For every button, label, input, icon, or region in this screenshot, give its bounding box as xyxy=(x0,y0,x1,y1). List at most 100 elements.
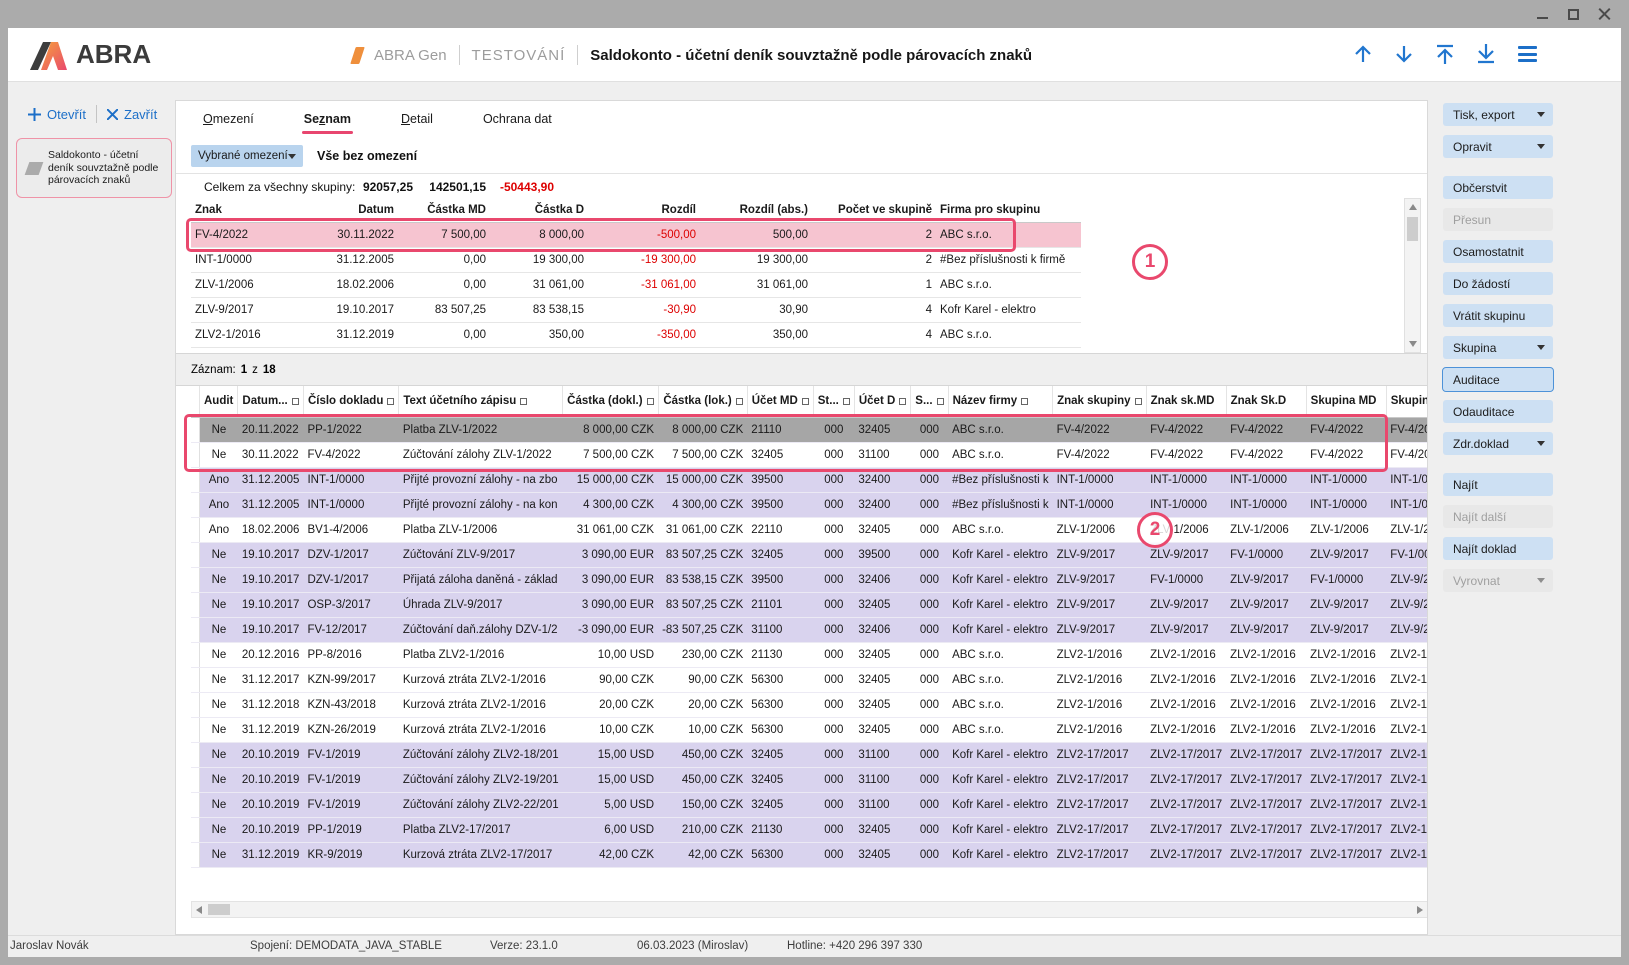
sort-box-icon[interactable] xyxy=(647,398,654,405)
column-header[interactable]: St... xyxy=(813,386,854,417)
table-row[interactable]: Ne19.10.2017OSP-3/2017Úhrada ZLV-9/20173… xyxy=(191,592,1428,617)
vyrovnat-button[interactable]: Vyrovnat xyxy=(1443,569,1553,592)
sort-box-icon[interactable] xyxy=(520,398,527,405)
table-row[interactable]: Ne20.10.2019FV-1/2019Zúčtování zálohy ZL… xyxy=(191,792,1428,817)
column-header[interactable]: Číslo dokladu xyxy=(303,386,398,417)
close-icon[interactable] xyxy=(1598,8,1611,21)
table-row[interactable]: INT-1/000031.12.20050,0019 300,00-19 300… xyxy=(191,247,1081,272)
do-zadosti-button[interactable]: Do žádostí xyxy=(1443,272,1553,295)
sort-box-icon[interactable] xyxy=(843,398,850,405)
zdr-doklad-button[interactable]: Zdr.doklad xyxy=(1443,432,1553,455)
osamostatnit-button[interactable]: Osamostatnit xyxy=(1443,240,1553,263)
table-row[interactable]: Ne19.10.2017DZV-1/2017Přijatá záloha dan… xyxy=(191,567,1428,592)
column-header[interactable]: Název firmy xyxy=(948,386,1053,417)
skupina-button[interactable]: Skupina xyxy=(1443,336,1553,359)
tab-omezeni[interactable]: Omezení xyxy=(201,102,256,136)
column-header[interactable]: S... xyxy=(911,386,948,417)
horizontal-scrollbar[interactable] xyxy=(191,901,1428,918)
scroll-right-icon[interactable] xyxy=(1417,906,1423,914)
table-row[interactable]: Ne31.12.2017KZN-99/2017Kurzová ztráta ZL… xyxy=(191,667,1428,692)
table-row[interactable]: Ne31.12.2018KZN-43/2018Kurzová ztráta ZL… xyxy=(191,692,1428,717)
tab-ochrana-dat[interactable]: Ochrana dat xyxy=(481,102,554,136)
column-header[interactable]: Znak sk.MD xyxy=(1146,386,1226,417)
maximize-icon[interactable] xyxy=(1567,8,1580,21)
odauditace-button[interactable]: Odauditace xyxy=(1443,400,1553,423)
scroll-left-icon[interactable] xyxy=(196,906,202,914)
table-row[interactable]: Ne30.11.2022FV-4/2022Zúčtování zálohy ZL… xyxy=(191,442,1428,467)
table-row[interactable]: ZLV-9/201719.10.201783 507,2583 538,15-3… xyxy=(191,297,1081,322)
table-row[interactable]: Ano18.02.2006BV1-4/2006Platba ZLV-1/2006… xyxy=(191,517,1428,542)
table-row[interactable]: Ne19.10.2017FV-12/2017Zúčtování daň.zálo… xyxy=(191,617,1428,642)
scrollbar-thumb[interactable] xyxy=(208,904,230,915)
table-row[interactable]: Ano31.12.2005INT-1/0000Přijté provozní z… xyxy=(191,492,1428,517)
column-header[interactable]: Firma pro skupinu xyxy=(936,198,1081,222)
column-header[interactable]: Počet ve skupině xyxy=(812,198,936,222)
sort-box-icon[interactable] xyxy=(802,398,809,405)
hamburger-menu-icon[interactable] xyxy=(1515,42,1539,66)
table-cell: 19.10.2017 xyxy=(238,567,304,592)
column-header[interactable]: Účet D xyxy=(854,386,910,417)
column-header[interactable]: Účet MD xyxy=(747,386,813,417)
sort-box-icon[interactable] xyxy=(1135,398,1142,405)
column-header[interactable]: Skupina D xyxy=(1386,386,1428,417)
table-row[interactable]: Ne20.12.2016PP-8/2016Platba ZLV2-1/20161… xyxy=(191,642,1428,667)
najit-button[interactable]: Najít xyxy=(1443,473,1553,496)
scroll-up-icon[interactable] xyxy=(1409,204,1417,210)
table-row[interactable]: Ne31.12.2019KR-9/2019Kurzová ztráta ZLV2… xyxy=(191,842,1428,867)
sort-box-icon[interactable] xyxy=(1021,398,1028,405)
table-row[interactable]: Ne31.12.2019KZN-26/2019Kurzová ztráta ZL… xyxy=(191,717,1428,742)
column-header[interactable]: Částka MD xyxy=(398,198,490,222)
table-row[interactable]: Ne20.10.2019PP-1/2019Platba ZLV2-17/2017… xyxy=(191,817,1428,842)
close-tab-button[interactable]: Zavřít xyxy=(107,107,157,122)
column-header[interactable]: Znak Sk.D xyxy=(1226,386,1306,417)
scroll-down-icon[interactable] xyxy=(1409,341,1417,347)
open-button[interactable]: Otevřít xyxy=(28,107,86,122)
sort-box-icon[interactable] xyxy=(937,398,944,405)
restriction-dropdown[interactable]: Vybrané omezení xyxy=(191,145,303,167)
column-header[interactable]: Částka (dokl.) xyxy=(563,386,658,417)
column-header[interactable]: Částka D xyxy=(490,198,588,222)
arrow-down-icon[interactable] xyxy=(1392,42,1416,66)
column-header[interactable]: Rozdíl xyxy=(588,198,700,222)
sort-box-icon[interactable] xyxy=(736,398,743,405)
column-header[interactable]: Text účetního zápisu xyxy=(399,386,563,417)
sort-box-icon[interactable] xyxy=(292,398,299,405)
table-row[interactable]: Ne20.10.2019FV-1/2019Zúčtování zálohy ZL… xyxy=(191,767,1428,792)
table-row[interactable]: ZLV2-1/201631.12.20190,00350,00-350,0035… xyxy=(191,322,1081,347)
tab-seznam[interactable]: Seznam xyxy=(302,102,353,136)
column-header[interactable]: Datum... xyxy=(238,386,304,417)
scrollbar-thumb[interactable] xyxy=(1407,217,1418,241)
table-cell: FV-4/2022 xyxy=(1386,442,1428,467)
table-row[interactable]: Ne20.11.2022PP-1/2022Platba ZLV-1/20228 … xyxy=(191,417,1428,442)
arrow-to-bottom-icon[interactable] xyxy=(1474,42,1498,66)
column-header[interactable]: Znak xyxy=(191,198,316,222)
column-header[interactable]: Audit xyxy=(200,386,238,417)
column-header[interactable]: Rozdíl (abs.) xyxy=(700,198,812,222)
table-row[interactable]: Ne20.10.2019FV-1/2019Zúčtování zálohy ZL… xyxy=(191,742,1428,767)
table-row[interactable]: FV-4/202230.11.20227 500,008 000,00-500,… xyxy=(191,222,1081,247)
column-header[interactable] xyxy=(191,386,200,417)
vratit-skupinu-button[interactable]: Vrátit skupinu xyxy=(1443,304,1553,327)
najit-doklad-button[interactable]: Najít doklad xyxy=(1443,537,1553,560)
presun-button[interactable]: Přesun xyxy=(1443,208,1553,231)
column-header[interactable]: Skupina MD xyxy=(1306,386,1386,417)
auditace-button[interactable]: Auditace xyxy=(1443,368,1553,391)
table-row[interactable]: Ano31.12.2005INT-1/0000Přijté provozní z… xyxy=(191,467,1428,492)
najit-dalsi-button[interactable]: Najít další xyxy=(1443,505,1553,528)
tisk-export-button[interactable]: Tisk, export xyxy=(1443,103,1553,126)
sort-box-icon[interactable] xyxy=(899,398,906,405)
table-row[interactable]: Ne19.10.2017DZV-1/2017Zúčtování ZLV-9/20… xyxy=(191,542,1428,567)
sort-box-icon[interactable] xyxy=(387,398,394,405)
column-header[interactable]: Datum xyxy=(316,198,398,222)
column-header[interactable]: Částka (lok.) xyxy=(658,386,747,417)
arrow-to-top-icon[interactable] xyxy=(1433,42,1457,66)
opravit-button[interactable]: Opravit xyxy=(1443,135,1553,158)
table-row[interactable]: ZLV-1/200618.02.20060,0031 061,00-31 061… xyxy=(191,272,1081,297)
minimize-icon[interactable] xyxy=(1536,8,1549,21)
tab-detail[interactable]: Detail xyxy=(399,102,435,136)
open-agenda-card[interactable]: Saldokonto - účetní deník souvztažně pod… xyxy=(16,138,172,198)
column-header[interactable]: Znak skupiny xyxy=(1053,386,1147,417)
arrow-up-icon[interactable] xyxy=(1351,42,1375,66)
obcerstvit-button[interactable]: Občerstvit xyxy=(1443,176,1553,199)
groups-table-scrollbar[interactable] xyxy=(1404,198,1421,353)
